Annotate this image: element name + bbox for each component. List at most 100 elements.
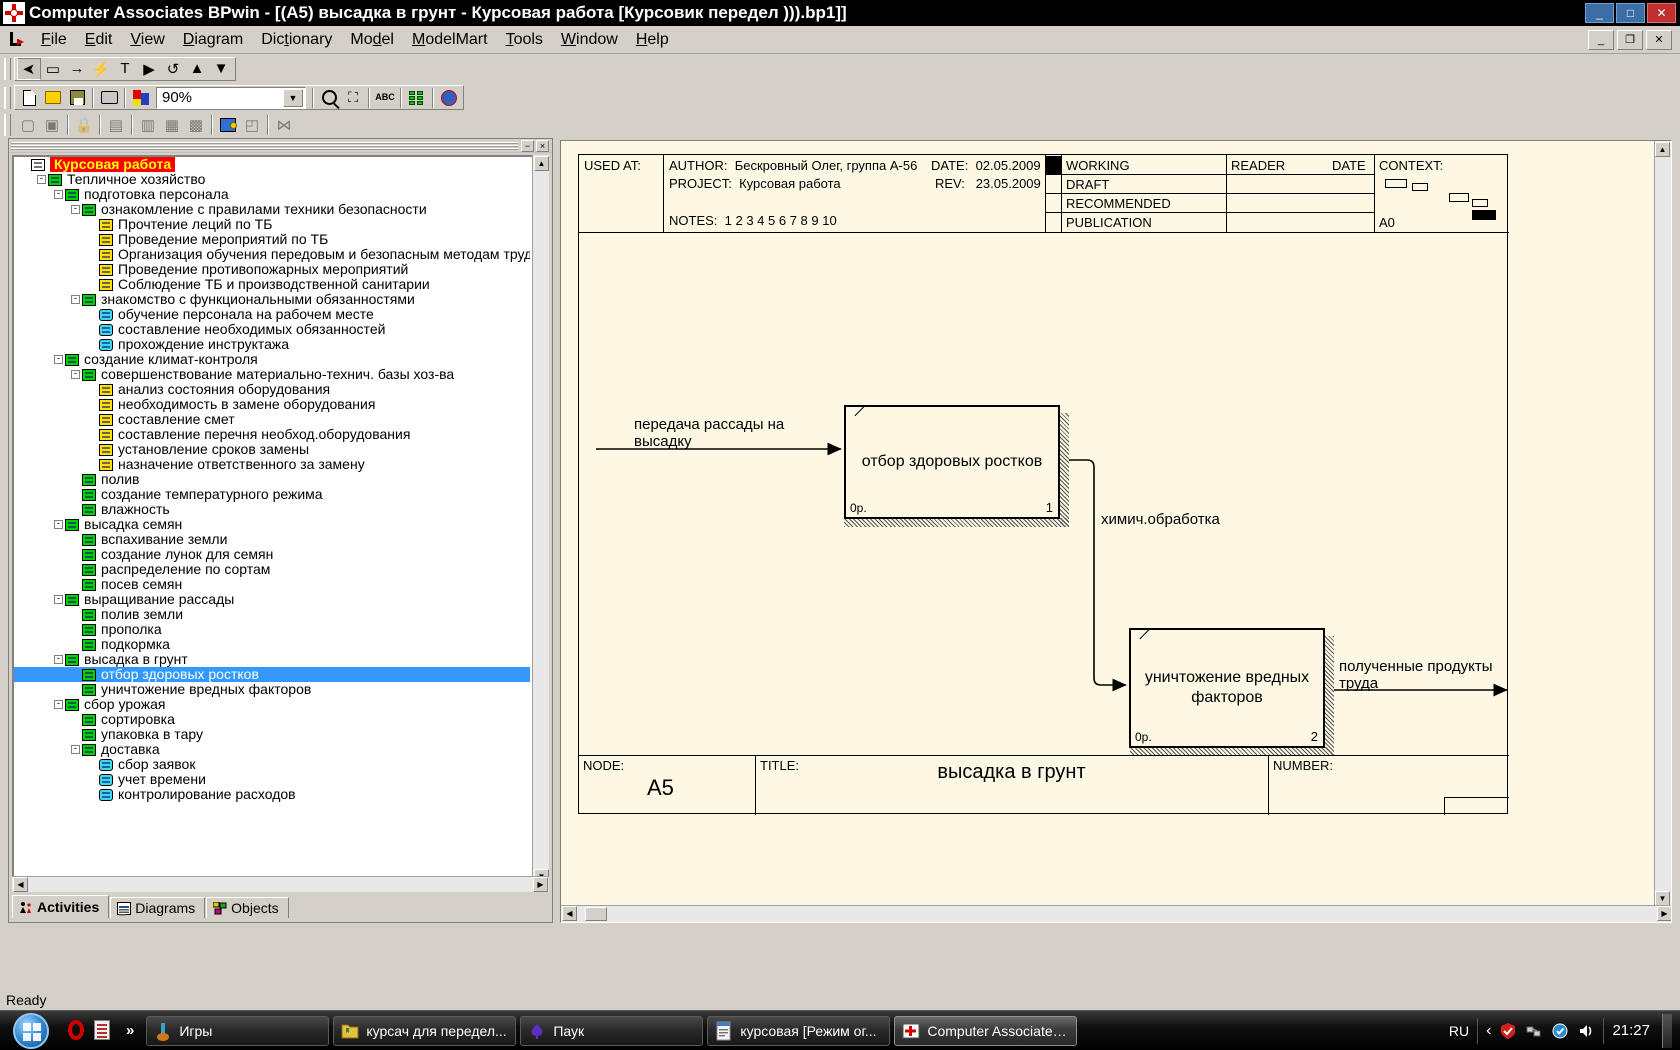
diagram-scroll-down-icon[interactable]: ▼ (1655, 891, 1670, 906)
diagram-scroll-up-icon[interactable]: ▲ (1655, 142, 1670, 157)
color-palette-icon[interactable] (129, 87, 153, 109)
tree-expander-icon[interactable]: - (71, 295, 80, 304)
tree-item[interactable]: вспахивание земли (14, 532, 530, 547)
zoom-combobox[interactable]: 90% ▼ (156, 87, 306, 109)
tree-item[interactable]: полив земли (14, 607, 530, 622)
tree-item[interactable]: создание лунок для семян (14, 547, 530, 562)
taskbar-item-bpwin[interactable]: Computer Associates... (894, 1016, 1077, 1046)
tree-item[interactable]: влажность (14, 502, 530, 517)
menu-item-file[interactable]: File (32, 28, 76, 52)
tree-item[interactable]: полив (14, 472, 530, 487)
overflow-chevron-icon[interactable]: » (120, 1022, 140, 1039)
explorer-close-button[interactable]: × (536, 140, 549, 152)
tree-expander-icon[interactable]: - (54, 520, 63, 529)
menu-item-dictionary[interactable]: Dictionary (252, 28, 341, 52)
document-menu-icon[interactable] (8, 31, 26, 49)
tray-language-indicator[interactable]: RU (1449, 1023, 1469, 1039)
spell-check-icon[interactable]: ABC (373, 87, 397, 109)
tree-item[interactable]: сортировка (14, 712, 530, 727)
explorer-minimize-button[interactable]: − (521, 140, 534, 152)
squiggle-tool-icon[interactable]: ⚡ (89, 58, 113, 80)
mdi-minimize-button[interactable]: _ (1588, 30, 1614, 50)
tree-item[interactable]: назначение ответственного за замену (14, 457, 530, 472)
box-tool-icon[interactable]: ▭ (41, 58, 65, 80)
tree-item[interactable]: -подготовка персонала (14, 187, 530, 202)
fit-to-window-icon[interactable]: ⛶ (341, 87, 365, 109)
mdi-close-button[interactable]: ✕ (1646, 30, 1672, 50)
idef0-canvas[interactable]: USED AT: AUTHOR: Бескровный Олег, группа… (561, 141, 1653, 906)
status-working-label[interactable]: WORKING (1066, 158, 1130, 173)
tree-item[interactable]: -доставка (14, 742, 530, 757)
menu-item-edit[interactable]: Edit (76, 28, 122, 52)
tree-item[interactable]: создание температурного режима (14, 487, 530, 502)
explorer-caption-bar[interactable]: − × (9, 139, 552, 153)
tree-item[interactable]: -высадка в грунт (14, 652, 530, 667)
open-folder-icon[interactable] (41, 87, 65, 109)
toolbar-grip[interactable] (4, 58, 11, 80)
tree-item[interactable]: обучение персонала на рабочем месте (14, 307, 530, 322)
menu-item-model[interactable]: Model (341, 28, 403, 52)
tree-item[interactable]: посев семян (14, 577, 530, 592)
close-button[interactable]: ✕ (1647, 3, 1676, 23)
status-publication-label[interactable]: PUBLICATION (1066, 215, 1152, 230)
antivirus-icon[interactable] (1551, 1022, 1569, 1040)
up-tool-icon[interactable]: ▲ (185, 58, 209, 80)
tree-vertical-scrollbar[interactable]: ▲ ▼ (532, 155, 549, 885)
taskbar-item-folder[interactable]: курсач для передел... (333, 1016, 516, 1046)
tree-item[interactable]: -Тепличное хозяйство (14, 172, 530, 187)
toolbar-grip[interactable] (4, 114, 11, 136)
down-tool-icon[interactable]: ▼ (209, 58, 233, 80)
network-icon[interactable] (1525, 1022, 1543, 1040)
tree-item[interactable]: необходимость в замене оборудования (14, 397, 530, 412)
diagram-scroll-left-icon[interactable]: ◀ (562, 906, 577, 921)
scroll-left-icon[interactable]: ◀ (13, 877, 28, 892)
menu-item-tools[interactable]: Tools (497, 28, 552, 52)
activities-tree[interactable]: Курсовая работа-Тепличное хозяйство-подг… (14, 157, 530, 883)
tree-item[interactable]: прохождение инструктажа (14, 337, 530, 352)
maximize-button[interactable]: □ (1616, 3, 1645, 23)
text-tool-icon[interactable]: T (113, 58, 137, 80)
rotate-tool-icon[interactable]: ↺ (161, 58, 185, 80)
new-document-icon[interactable] (17, 87, 41, 109)
scroll-up-icon[interactable]: ▲ (534, 156, 549, 171)
tunnel-tool-icon[interactable]: ▶ (137, 58, 161, 80)
diagram-horizontal-scrollbar[interactable]: ◀ ▶ (561, 905, 1672, 922)
menu-item-help[interactable]: Help (627, 28, 678, 52)
publish-web-icon[interactable] (437, 87, 461, 109)
tree-item[interactable]: -высадка семян (14, 517, 530, 532)
save-disk-icon[interactable] (65, 87, 89, 109)
tree-expander-icon[interactable]: - (54, 190, 63, 199)
menu-item-diagram[interactable]: Diagram (174, 28, 252, 52)
arrow-tool-icon[interactable]: → (65, 58, 89, 80)
tree-item[interactable]: Прочтение леций по ТБ (14, 217, 530, 232)
tree-item[interactable]: контролирование расходов (14, 787, 530, 802)
tree-item[interactable]: -совершенствование материально-технич. б… (14, 367, 530, 382)
taskbar-item-spider[interactable]: Паук (520, 1016, 703, 1046)
notepad-icon[interactable] (94, 1020, 114, 1042)
tree-item-selected[interactable]: отбор здоровых ростков (14, 667, 530, 682)
tree-expander-icon[interactable]: - (37, 175, 46, 184)
tree-horizontal-scrollbar[interactable]: ◀ ▶ (12, 876, 549, 892)
tree-item[interactable]: установление сроков замены (14, 442, 530, 457)
model-explorer-icon[interactable] (405, 87, 429, 109)
tree-item[interactable]: уничтожение вредных факторов (14, 682, 530, 697)
tree-expander-icon[interactable]: - (54, 355, 63, 364)
tree-item[interactable]: анализ состояния оборудования (14, 382, 530, 397)
tree-item[interactable]: -знакомство с функциональными обязанност… (14, 292, 530, 307)
diagram-scroll-right-icon[interactable]: ▶ (1657, 906, 1672, 921)
tree-item[interactable]: -сбор урожая (14, 697, 530, 712)
tree-item[interactable]: составление смет (14, 412, 530, 427)
volume-icon[interactable] (1577, 1022, 1595, 1040)
tree-expander-icon[interactable]: - (54, 655, 63, 664)
tree-item[interactable]: упаковка в тару (14, 727, 530, 742)
idef0-diagram-body[interactable]: отбор здоровых ростков 0р. 1 уничтожение… (579, 233, 1509, 755)
print-icon[interactable] (97, 87, 121, 109)
tree-item[interactable]: -ознакомление с правилами техники безопа… (14, 202, 530, 217)
tab-objects[interactable]: Objects (206, 897, 288, 918)
diagram-scroll-thumb[interactable] (585, 907, 607, 921)
status-draft-label[interactable]: DRAFT (1066, 177, 1109, 192)
tree-item[interactable]: -создание климат-контроля (14, 352, 530, 367)
tree-item[interactable]: подкормка (14, 637, 530, 652)
scroll-right-icon[interactable]: ▶ (533, 877, 548, 892)
chevron-down-icon[interactable]: ▼ (283, 89, 303, 107)
